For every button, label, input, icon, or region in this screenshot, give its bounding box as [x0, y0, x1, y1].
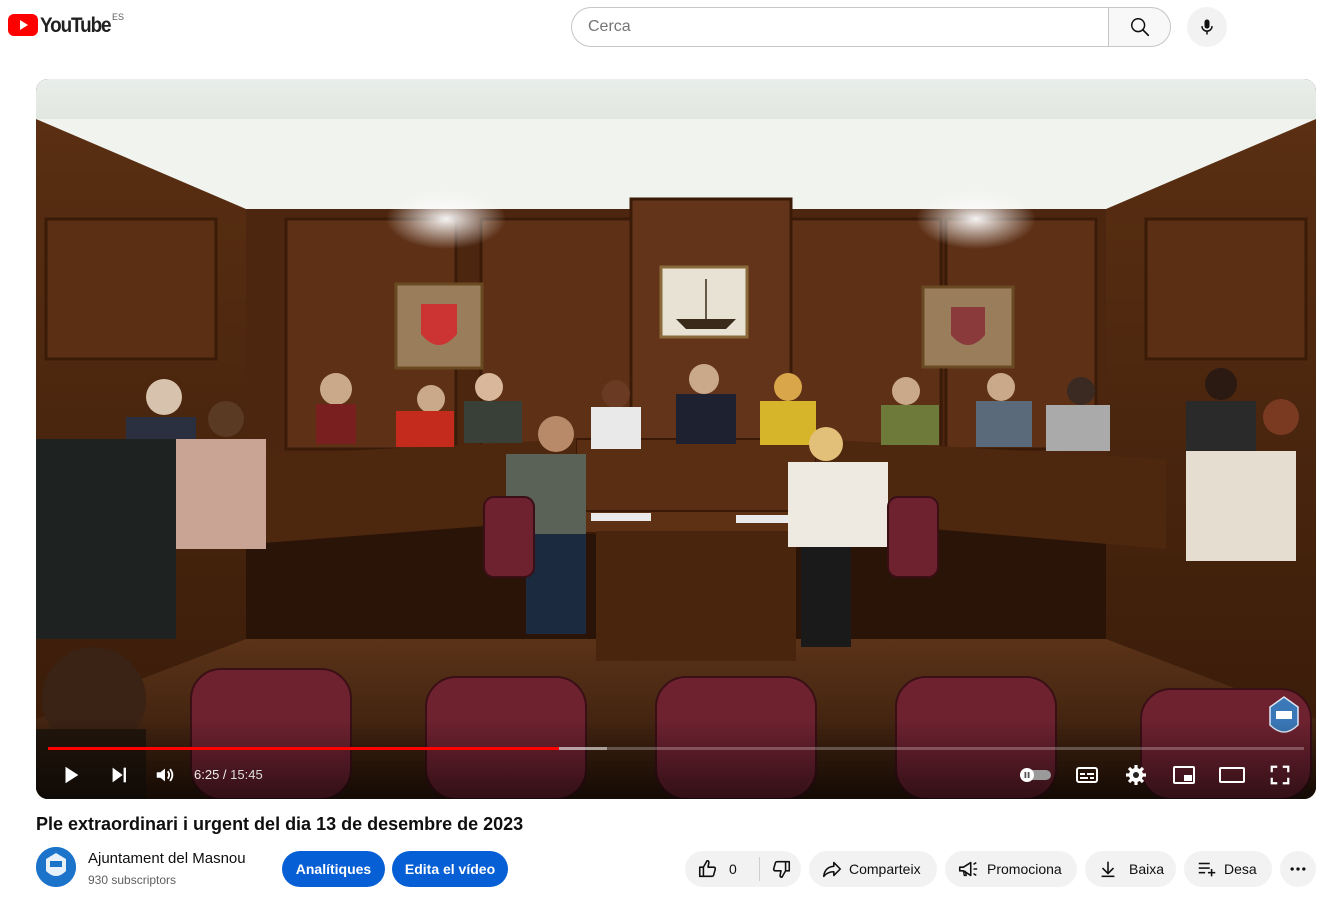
- time-display: 6:25 / 15:45: [194, 767, 263, 782]
- thumbs-down-icon: [772, 860, 790, 879]
- video-player[interactable]: 6:25 / 15:45: [36, 79, 1316, 799]
- analytics-button[interactable]: Analítiques: [282, 851, 385, 887]
- microphone-icon: [1201, 19, 1213, 35]
- search-box: [571, 7, 1171, 47]
- save-to-playlist-icon: [1198, 862, 1216, 877]
- fullscreen-icon: [1270, 765, 1290, 785]
- play-icon: [65, 766, 79, 784]
- like-button[interactable]: 0: [685, 851, 759, 887]
- theater-mode-icon: [1219, 767, 1245, 783]
- share-button[interactable]: Comparteix: [809, 851, 937, 887]
- edit-video-button[interactable]: Edita el vídeo: [392, 851, 508, 887]
- subscriber-count: 930 subscriptors: [88, 873, 177, 887]
- volume-icon: [156, 768, 174, 782]
- masthead: YouTube ES: [0, 0, 1338, 56]
- search-input[interactable]: [571, 7, 1108, 47]
- like-dislike-group: 0: [685, 851, 801, 887]
- channel-name[interactable]: Ajuntament del Masnou: [88, 850, 246, 867]
- progress-played: [48, 747, 560, 750]
- subtitles-icon: [1076, 767, 1098, 783]
- youtube-logo-icon: [8, 14, 38, 36]
- download-icon: [1101, 861, 1115, 878]
- progress-bar[interactable]: [48, 747, 1304, 750]
- channel-avatar[interactable]: [36, 847, 76, 887]
- promote-button[interactable]: Promociona: [945, 851, 1077, 887]
- promote-label: Promociona: [987, 861, 1062, 877]
- dislike-button[interactable]: [760, 851, 801, 887]
- next-button[interactable]: [104, 759, 134, 791]
- miniplayer-icon: [1173, 766, 1195, 784]
- time-separator: /: [219, 767, 231, 782]
- share-label: Comparteix: [849, 861, 921, 877]
- channel-logo-icon: [36, 847, 76, 887]
- fullscreen-button[interactable]: [1265, 759, 1295, 791]
- settings-button[interactable]: [1121, 759, 1151, 791]
- video-frame: [36, 79, 1316, 799]
- current-time: 6:25: [194, 767, 220, 782]
- thumbs-up-icon: [698, 859, 717, 878]
- play-button[interactable]: [56, 759, 86, 791]
- country-code: ES: [112, 12, 125, 22]
- save-label: Desa: [1224, 861, 1257, 877]
- mute-button[interactable]: [150, 759, 180, 791]
- search-button[interactable]: [1108, 7, 1171, 47]
- duration: 15:45: [230, 767, 263, 782]
- download-label: Baixa: [1129, 861, 1165, 877]
- subtitles-button[interactable]: [1072, 759, 1102, 791]
- share-icon: [822, 861, 842, 878]
- autoplay-toggle-icon: [1020, 768, 1051, 782]
- logo-wordmark: YouTube: [40, 14, 112, 37]
- next-icon: [112, 767, 126, 783]
- download-button[interactable]: Baixa: [1085, 851, 1176, 887]
- theater-mode-button[interactable]: [1217, 759, 1247, 791]
- like-count: 0: [729, 861, 737, 877]
- miniplayer-button[interactable]: [1169, 759, 1199, 791]
- autoplay-toggle[interactable]: [1016, 759, 1054, 791]
- settings-icon: [1126, 765, 1146, 785]
- search-icon: [1130, 18, 1149, 37]
- video-title: Ple extraordinari i urgent del dia 13 de…: [36, 814, 524, 834]
- megaphone-icon: [958, 861, 978, 877]
- save-button[interactable]: Desa: [1184, 851, 1272, 887]
- more-actions-button[interactable]: [1280, 851, 1316, 887]
- youtube-logo[interactable]: YouTube ES: [8, 12, 124, 38]
- more-horizontal-icon: [1290, 867, 1306, 871]
- voice-search-button[interactable]: [1187, 7, 1227, 47]
